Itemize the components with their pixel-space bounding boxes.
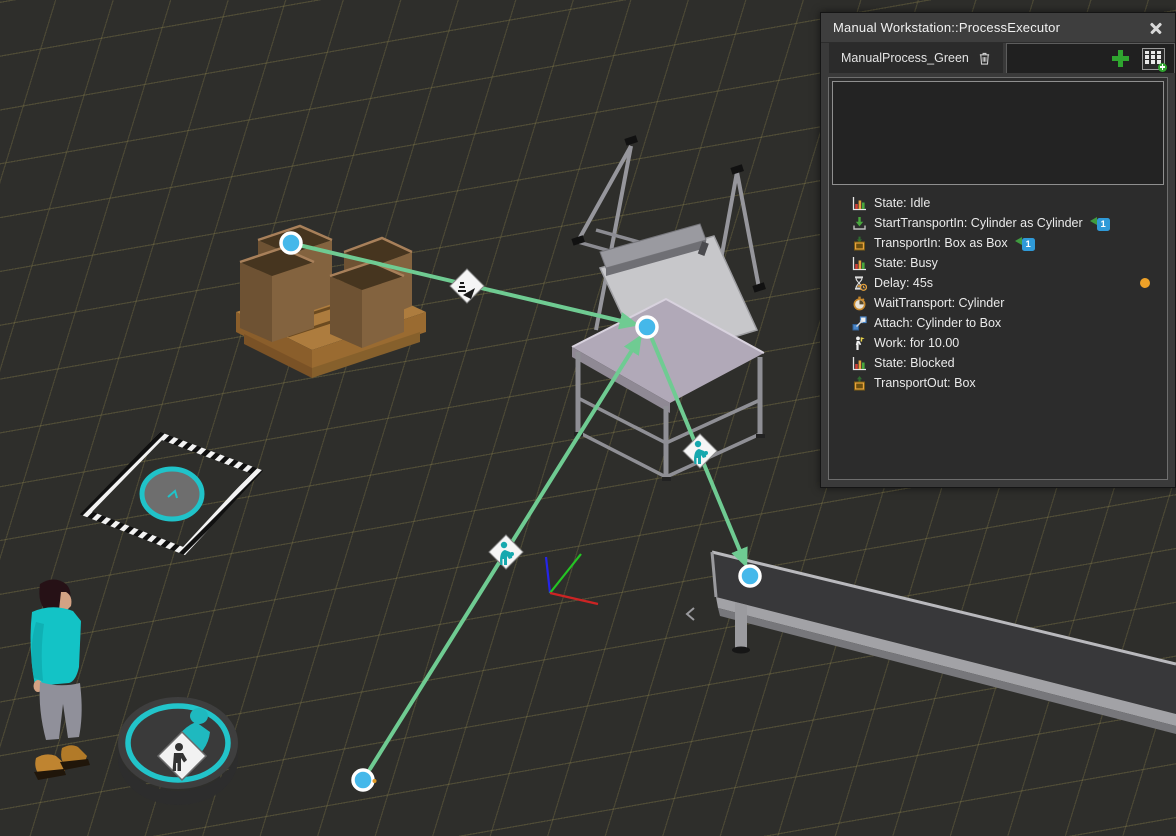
attach-icon [851, 316, 867, 331]
product-count-badge: 1 [1090, 216, 1110, 231]
panel-header: Manual Workstation::ProcessExecutor [821, 13, 1175, 43]
flow-node-workstation[interactable] [637, 317, 657, 337]
plus-badge-icon [1158, 63, 1167, 72]
wait-transport-icon [851, 296, 867, 311]
hazard-marked-area[interactable] [86, 436, 257, 551]
statement-row[interactable]: WaitTransport: Cylinder [829, 293, 1167, 313]
grid-icon [1145, 51, 1161, 65]
transport-out-icon [851, 376, 867, 391]
start-transport-in-icon [851, 216, 867, 231]
statement-label: Delay: 45s [874, 276, 933, 290]
statement-row[interactable]: StartTransportIn: Cylinder as Cylinder 1 [829, 213, 1167, 233]
statement-label: State: Busy [874, 256, 938, 270]
human-worker[interactable] [31, 580, 90, 781]
flow-node-conveyor[interactable] [740, 566, 760, 586]
add-routine-button[interactable] [1142, 48, 1165, 70]
statement-row[interactable]: Work: for 10.00 [829, 333, 1167, 353]
process-statement-area: State: Idle StartTransportIn: Cylinder a… [828, 77, 1168, 480]
tab-manualprocess-green[interactable]: ManualProcess_Green [829, 43, 1003, 73]
statement-list: State: Idle StartTransportIn: Cylinder a… [829, 188, 1167, 393]
origin-axes-gizmo [546, 554, 598, 604]
pallet-with-boxes[interactable] [236, 226, 426, 378]
application-window: Manual Workstation::ProcessExecutor Manu… [0, 0, 1176, 836]
trash-icon[interactable] [978, 51, 991, 66]
plus-icon [1112, 50, 1129, 67]
state-chart-icon [851, 256, 867, 271]
statement-row[interactable]: Attach: Cylinder to Box [829, 313, 1167, 333]
statement-row[interactable]: TransportIn: Box as Box 1 [829, 233, 1167, 253]
node-tick [373, 779, 377, 783]
process-tab-bar: ManualProcess_Green [821, 43, 1175, 73]
person-silhouette [190, 708, 208, 724]
statement-row[interactable]: State: Idle [829, 193, 1167, 213]
statement-label: WaitTransport: Cylinder [874, 296, 1004, 310]
statement-label: TransportIn: Box as Box [874, 236, 1008, 250]
statement-row[interactable]: State: Blocked [829, 353, 1167, 373]
process-executor-panel: Manual Workstation::ProcessExecutor Manu… [820, 12, 1176, 488]
work-icon [851, 336, 867, 351]
transport-in-icon [851, 236, 867, 251]
human-task-diamond[interactable] [489, 535, 523, 569]
statement-row[interactable]: TransportOut: Box [829, 373, 1167, 393]
close-icon [1147, 19, 1165, 37]
flow-node-pallet[interactable] [281, 233, 301, 253]
flow-node-feed[interactable] [353, 770, 373, 790]
statement-label: Work: for 10.00 [874, 336, 959, 350]
statement-row[interactable]: Delay: 45s [829, 273, 1167, 293]
state-chart-icon [851, 196, 867, 211]
statement-label: StartTransportIn: Cylinder as Cylinder [874, 216, 1083, 230]
statement-label: State: Idle [874, 196, 930, 210]
human-task-diamond[interactable] [683, 434, 717, 468]
state-chart-icon [851, 356, 867, 371]
statement-row[interactable]: State: Busy [829, 253, 1167, 273]
tab-toolbar [1006, 43, 1175, 73]
statement-label: State: Blocked [874, 356, 955, 370]
routine-statement-box [832, 81, 1164, 185]
add-process-button[interactable] [1112, 50, 1129, 67]
delay-icon [851, 276, 867, 291]
process-flow-diamond[interactable] [450, 269, 484, 303]
product-count-badge: 1 [1015, 236, 1035, 251]
manual-workstation-table[interactable] [571, 135, 766, 481]
statement-label: Attach: Cylinder to Box [874, 316, 1001, 330]
active-statement-indicator [1140, 278, 1150, 288]
close-button[interactable] [1147, 19, 1165, 37]
statement-label: TransportOut: Box [874, 376, 976, 390]
panel-title: Manual Workstation::ProcessExecutor [833, 20, 1147, 35]
human-resource-pad[interactable] [118, 697, 238, 805]
tab-label: ManualProcess_Green [841, 51, 969, 65]
